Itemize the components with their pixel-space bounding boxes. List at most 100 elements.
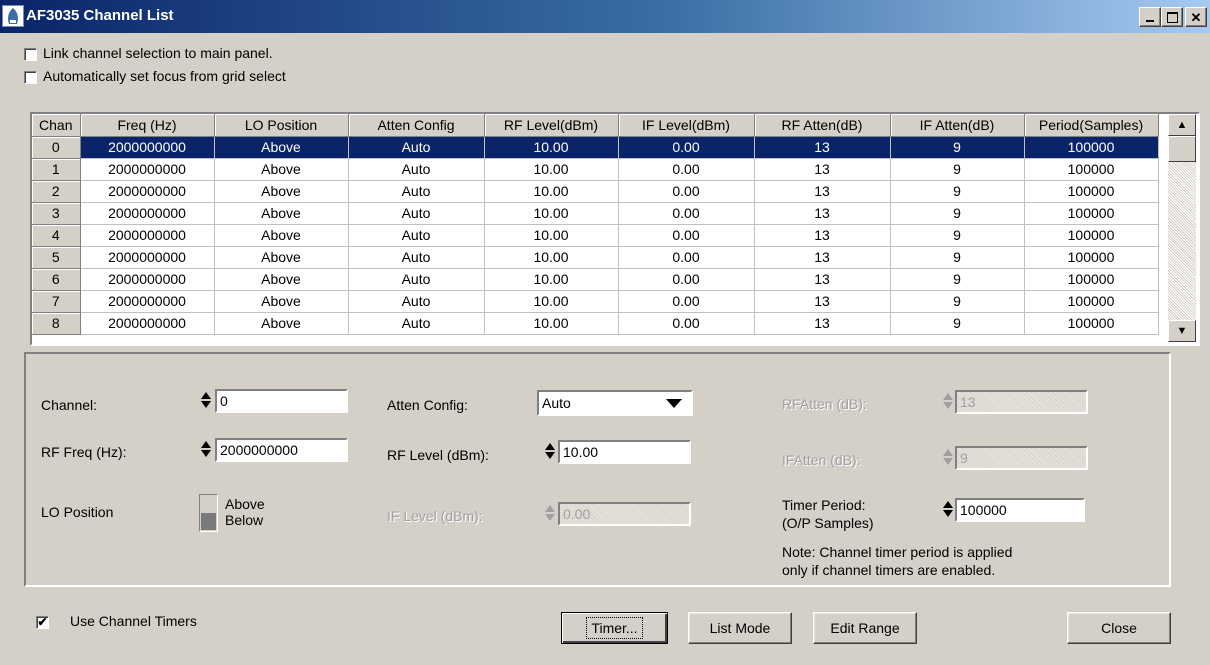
table-cell[interactable]: 9 [890,268,1025,291]
table-cell[interactable]: 2000000000 [80,246,215,269]
table-cell[interactable]: 0.00 [618,290,755,313]
scroll-up-button[interactable]: ▲ [1168,114,1196,136]
timer-button[interactable]: Timer... [561,612,668,644]
table-cell[interactable]: Above [214,290,349,313]
column-header[interactable]: RF Atten(dB) [754,114,891,137]
table-cell[interactable]: Above [214,246,349,269]
title-bar[interactable] [0,0,1210,33]
list-mode-button[interactable]: List Mode [688,612,792,644]
table-cell[interactable]: Above [214,136,349,159]
table-cell[interactable]: 100000 [1024,224,1159,247]
table-cell[interactable]: 13 [754,158,891,181]
table-cell[interactable]: Auto [348,246,485,269]
use-channel-timers-checkbox[interactable]: ✔ [36,616,49,629]
table-cell[interactable]: 100000 [1024,136,1159,159]
scroll-down-button[interactable]: ▼ [1168,320,1196,342]
row-header[interactable]: 2 [32,180,81,203]
table-cell[interactable]: 9 [890,180,1025,203]
table-cell[interactable]: Auto [348,312,485,335]
table-cell[interactable]: 9 [890,202,1025,225]
table-cell[interactable]: 2000000000 [80,312,215,335]
table-cell[interactable]: 100000 [1024,158,1159,181]
table-cell[interactable]: 10.00 [484,246,619,269]
table-cell[interactable]: 0.00 [618,202,755,225]
column-header[interactable]: RF Level(dBm) [484,114,619,137]
rf-freq-spin-icon[interactable] [200,439,212,463]
table-cell[interactable]: 100000 [1024,312,1159,335]
row-header[interactable]: 8 [32,312,81,335]
column-header[interactable]: IF Level(dBm) [618,114,755,137]
atten-config-select[interactable]: Auto [537,390,693,416]
table-cell[interactable]: Auto [348,136,485,159]
row-header[interactable]: 0 [32,136,81,159]
table-cell[interactable]: Above [214,268,349,291]
table-cell[interactable]: 13 [754,180,891,203]
table-cell[interactable]: 9 [890,290,1025,313]
column-header[interactable]: Freq (Hz) [80,114,215,137]
table-cell[interactable]: 2000000000 [80,180,215,203]
table-row[interactable]: 7 2000000000 Above Auto 10.00 0.00 13 9 100000 [32,290,1159,313]
minimize-button[interactable] [1139,7,1161,27]
lo-position-switch[interactable] [199,494,218,532]
table-cell[interactable]: 13 [754,224,891,247]
table-row[interactable]: 5 2000000000 Above Auto 10.00 0.00 13 9 100000 [32,246,1159,269]
table-cell[interactable]: Above [214,158,349,181]
table-cell[interactable]: 0.00 [618,180,755,203]
row-header[interactable]: 5 [32,246,81,269]
table-cell[interactable]: 0.00 [618,158,755,181]
table-cell[interactable]: 100000 [1024,290,1159,313]
table-cell[interactable]: 10.00 [484,268,619,291]
table-cell[interactable]: 10.00 [484,224,619,247]
close-button[interactable]: Close [1067,612,1171,644]
channel-spin-icon[interactable] [200,390,212,414]
table-cell[interactable]: 10.00 [484,180,619,203]
table-cell[interactable]: 10.00 [484,136,619,159]
table-row[interactable]: 2 2000000000 Above Auto 10.00 0.00 13 9 100000 [32,180,1159,203]
table-row[interactable]: 1 2000000000 Above Auto 10.00 0.00 13 9 100000 [32,158,1159,181]
close-window-button[interactable]: ✕ [1185,7,1207,27]
table-row[interactable]: 8 2000000000 Above Auto 10.00 0.00 13 9 100000 [32,312,1159,335]
table-cell[interactable]: 0.00 [618,268,755,291]
table-row[interactable]: 4 2000000000 Above Auto 10.00 0.00 13 9 100000 [32,224,1159,247]
table-cell[interactable]: 0.00 [618,136,755,159]
table-cell[interactable]: 2000000000 [80,136,215,159]
table-row[interactable]: 0 2000000000 Above Auto 10.00 0.00 13 9 100000 [32,136,1159,159]
column-header[interactable]: LO Position [214,114,349,137]
column-header[interactable]: IF Atten(dB) [890,114,1025,137]
table-cell[interactable]: 0.00 [618,246,755,269]
table-cell[interactable]: Auto [348,158,485,181]
timer-period-spin-icon[interactable] [942,499,954,523]
table-cell[interactable]: 2000000000 [80,268,215,291]
channel-input[interactable]: 0 [215,389,348,413]
table-row[interactable]: 6 2000000000 Above Auto 10.00 0.00 13 9 100000 [32,268,1159,291]
table-cell[interactable]: Above [214,312,349,335]
table-cell[interactable]: 0.00 [618,224,755,247]
table-cell[interactable]: 9 [890,246,1025,269]
table-cell[interactable]: Auto [348,268,485,291]
table-cell[interactable]: Auto [348,290,485,313]
table-cell[interactable]: 100000 [1024,246,1159,269]
table-cell[interactable]: 2000000000 [80,224,215,247]
scroll-thumb[interactable] [1168,136,1196,162]
rf-level-input[interactable]: 10.00 [558,440,691,464]
table-cell[interactable]: Auto [348,202,485,225]
table-cell[interactable]: Auto [348,180,485,203]
table-cell[interactable]: 100000 [1024,180,1159,203]
table-cell[interactable]: 13 [754,202,891,225]
table-cell[interactable]: Above [214,224,349,247]
row-header[interactable]: 4 [32,224,81,247]
table-cell[interactable]: 13 [754,268,891,291]
table-cell[interactable]: 13 [754,246,891,269]
channel-grid[interactable]: Chan Freq (Hz) LO Position Atten Config RF L… [30,112,1200,346]
table-cell[interactable]: 13 [754,290,891,313]
table-cell[interactable]: 9 [890,224,1025,247]
table-cell[interactable]: 10.00 [484,202,619,225]
table-cell[interactable]: 10.00 [484,158,619,181]
row-header[interactable]: 7 [32,290,81,313]
row-header[interactable]: 1 [32,158,81,181]
table-cell[interactable]: 2000000000 [80,290,215,313]
link-selection-checkbox[interactable] [24,48,37,61]
row-header[interactable]: 3 [32,202,81,225]
table-cell[interactable]: 10.00 [484,312,619,335]
column-header[interactable]: Period(Samples) [1024,114,1159,137]
